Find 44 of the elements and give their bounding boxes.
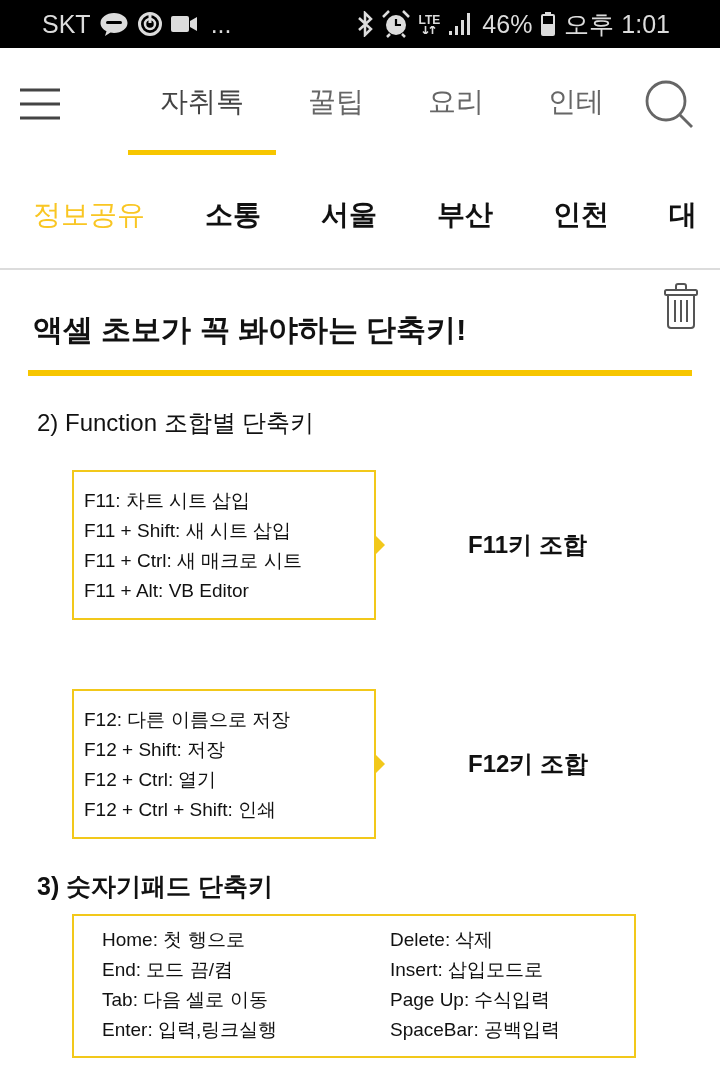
ring-icon	[136, 11, 163, 37]
shortcut-text: Delete: 삭제	[390, 928, 495, 952]
alarm-clock-icon	[381, 10, 410, 38]
shortcut-text: F12 + Ctrl + Shift: 인쇄	[84, 798, 278, 822]
search-icon[interactable]	[645, 79, 693, 128]
category-tab[interactable]: 요리	[396, 48, 516, 155]
shortcut-text: F11 + Shift: 새 시트 삽입	[84, 519, 293, 543]
shortcut-text: Tab: 다음 셀로 이동	[102, 988, 269, 1012]
shortcut-text: F11 + Alt: VB Editor	[84, 579, 250, 603]
shortcut-text: F11: 차트 시트 삽입	[84, 489, 252, 513]
shortcut-text: Home: 첫 행으로	[102, 928, 246, 952]
group-label: F12키 조합	[468, 749, 589, 779]
post-title: 액셀 초보가 꼭 봐야하는 단축키!	[33, 312, 467, 348]
board-tab[interactable]: 소통	[205, 193, 261, 236]
board-tab[interactable]: 인천	[553, 193, 609, 236]
shortcut-text: F12: 다른 이름으로 저장	[84, 708, 291, 732]
trash-icon[interactable]	[664, 283, 698, 329]
category-tab[interactable]: 꿀팁	[276, 48, 396, 155]
shortcut-text: Page Up: 수식입력	[390, 988, 552, 1012]
shortcut-text: F12 + Shift: 저장	[84, 738, 226, 762]
menu-icon[interactable]	[20, 87, 60, 120]
section-heading: 2) Function 조합별 단축키	[36, 408, 316, 438]
shortcut-text: End: 모드 끔/켬	[102, 958, 234, 982]
video-camera-icon	[170, 15, 197, 33]
chat-bubble-icon	[98, 11, 129, 37]
shortcut-text: Insert: 삽입모드로	[390, 958, 545, 982]
group-label: F11키 조합	[468, 530, 587, 560]
shortcut-text: F12 + Ctrl: 열기	[84, 768, 218, 792]
shortcut-text: Enter: 입력,링크실행	[102, 1018, 279, 1042]
board-tab[interactable]: 서울	[321, 193, 377, 236]
shortcut-text: F11 + Ctrl: 새 매크로 시트	[84, 549, 303, 573]
network-type-text: LTE	[418, 14, 441, 26]
battery-icon	[541, 12, 556, 36]
more-notifications-text: ...	[210, 11, 232, 37]
bluetooth-icon	[356, 11, 373, 37]
category-tab[interactable]: 인테	[516, 48, 636, 155]
section-heading: 3) 숫자기패드 단축키	[36, 871, 275, 902]
board-tab[interactable]: 부산	[437, 193, 493, 236]
data-arrows-icon	[422, 26, 437, 34]
carrier-text: SKT	[42, 11, 91, 37]
battery-percent-text: 46%	[482, 11, 533, 37]
shortcut-text: SpaceBar: 공백입력	[390, 1018, 561, 1042]
board-tab[interactable]: 대	[669, 193, 697, 236]
clock-text: 오후 1:01	[564, 11, 670, 37]
